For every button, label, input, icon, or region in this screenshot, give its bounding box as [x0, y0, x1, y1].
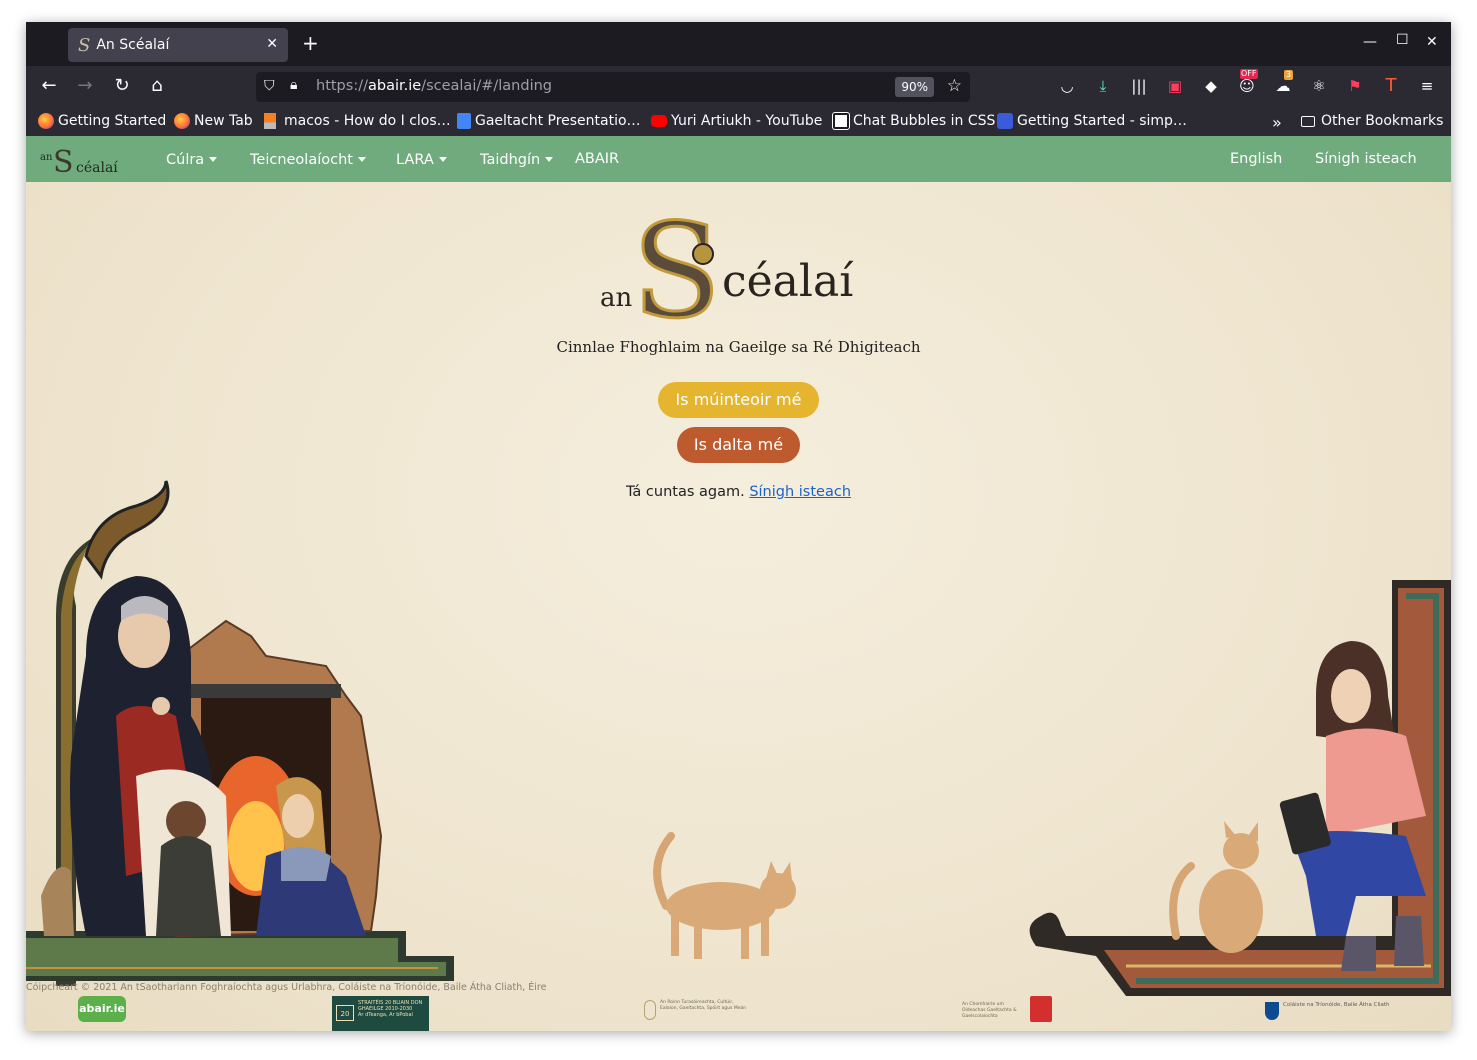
walking-cat [653, 832, 796, 959]
url-text[interactable]: https://abair.ie/scealai/#/landing [316, 78, 552, 94]
nav-teicneolaiocht[interactable]: Teicneolaíocht [250, 152, 366, 168]
google-slides-icon [457, 113, 471, 129]
tab-title: An Scéalaí [96, 37, 170, 53]
extension-red-icon[interactable]: ▣ [1164, 75, 1186, 97]
bookmark-item[interactable]: Getting Started - simp… [997, 113, 1187, 129]
logo-prefix: an [40, 152, 53, 163]
extension-off-icon[interactable]: ☺ OFF [1236, 69, 1258, 97]
react-devtools-icon[interactable]: ⚛ [1308, 75, 1330, 97]
youtube-icon [651, 115, 667, 127]
site-navbar: an S céalaí Cúlra Teicneolaíocht LARA Ta… [26, 136, 1451, 182]
extension-badge-icon[interactable]: ☁ 3 [1272, 70, 1294, 97]
teacher-button[interactable]: Is múinteoir mé [658, 382, 819, 418]
harp-icon [644, 1000, 656, 1020]
language-toggle[interactable]: English [1230, 151, 1282, 167]
more-bookmarks-icon[interactable]: » [1272, 113, 1282, 132]
sitting-cat [1169, 821, 1263, 953]
nav-sign-in[interactable]: Sínigh isteach [1315, 151, 1417, 167]
bookmark-star-icon[interactable]: ☆ [947, 76, 962, 96]
brand-prefix: an [600, 283, 633, 313]
reload-icon[interactable]: ↻ [111, 76, 133, 96]
nav-lara[interactable]: LARA [396, 152, 447, 168]
window-close-icon[interactable]: ✕ [1426, 34, 1438, 50]
caret-down-icon [209, 157, 218, 162]
caret-down-icon [438, 157, 447, 162]
other-bookmarks[interactable]: Other Bookmarks [1301, 113, 1443, 129]
bookmark-item[interactable]: Getting Started [38, 113, 166, 129]
bookmark-item[interactable]: Yuri Artiukh - YouTube [651, 113, 822, 129]
logo-rest: céalaí [76, 160, 118, 176]
comhairle-mark-icon [1030, 996, 1052, 1022]
nav-taidhgin[interactable]: Taidhgín [480, 152, 554, 168]
shield-icon[interactable]: ⛉ [264, 78, 275, 94]
url-bar[interactable]: ⛉ 🔒︎ https://abair.ie/scealai/#/landing … [256, 72, 970, 102]
tab-active[interactable]: S An Scéalaí ✕ [68, 28, 288, 62]
browser-window: S An Scéalaí ✕ + — ☐ ✕ ← → ↻ ⌂ ⛉ 🔒︎ http… [26, 22, 1451, 1031]
page-content: an S céalaí Cúlra Teicneolaíocht LARA Ta… [26, 136, 1451, 1031]
back-icon[interactable]: ← [38, 76, 60, 96]
download-icon[interactable]: ⤓ [1092, 75, 1114, 97]
codepen-icon [832, 112, 850, 130]
student-button[interactable]: Is dalta mé [677, 427, 800, 463]
bookmark-item[interactable]: Chat Bubbles in CSS [832, 112, 995, 130]
account-sign-in-link[interactable]: Sínigh isteach [749, 484, 851, 500]
new-tab-icon[interactable]: + [302, 33, 319, 53]
extension-dark-icon[interactable]: ◆ [1200, 75, 1222, 97]
zoom-level[interactable]: 90% [895, 77, 934, 97]
logo-initial: S [53, 145, 74, 178]
folder-icon [1301, 115, 1315, 127]
tcd-crest-icon [1265, 1002, 1279, 1020]
comhairle-logo: An Chomhairle um Oideachas Gaeltachta & … [962, 996, 1052, 1028]
nav-culra[interactable]: Cúlra [166, 152, 218, 168]
firefox-icon [38, 113, 54, 129]
library-icon[interactable]: ||| [1128, 75, 1150, 97]
brand-rest: céalaí [722, 256, 854, 307]
strategy-20-icon: 20 [336, 1005, 354, 1021]
account-text: Tá cuntas agam. [625, 484, 745, 500]
forward-icon[interactable]: → [74, 76, 96, 96]
tcd-logo: Coláiste na Tríonóide, Baile Átha Cliath [1265, 1002, 1395, 1026]
caret-down-icon [357, 157, 366, 162]
strategy-logo: 20 STRAITÉIS 20 BLIAIN DON GHAEILGE 2010… [332, 996, 429, 1031]
brand-knot-icon [692, 243, 714, 265]
bookmarks-toolbar: Getting Started New Tab macos - How do I… [26, 108, 1451, 136]
stackoverflow-icon [264, 113, 276, 129]
scealai-logo[interactable]: an S céalaí [40, 140, 130, 178]
scealai-favicon-icon: S [78, 34, 91, 56]
nav-abair[interactable]: ABAIR [575, 151, 619, 167]
extension-t-icon[interactable]: T [1380, 75, 1402, 97]
department-logo: An Roinn Turasóireachta, Cultúir, Ealaío… [644, 1000, 752, 1026]
menu-icon[interactable]: ≡ [1416, 75, 1438, 97]
home-icon[interactable]: ⌂ [146, 76, 168, 96]
scealai-brand-logo: an S céalaí [600, 196, 854, 326]
tagline: Cinnlae Fhoghlaim na Gaeilge sa Ré Dhigi… [556, 338, 921, 356]
maximize-icon[interactable]: ☐ [1396, 32, 1409, 48]
firefox-icon [174, 113, 190, 129]
left-cat [41, 866, 74, 936]
bookmark-item[interactable]: New Tab [174, 113, 253, 129]
navigation-toolbar: ← → ↻ ⌂ ⛉ 🔒︎ https://abair.ie/scealai/#/… [26, 66, 1451, 108]
close-tab-icon[interactable]: ✕ [266, 36, 278, 52]
pocket-icon[interactable]: ◡ [1056, 75, 1078, 97]
copyright-text: Cóipcheart © 2021 An tSaotharlann Foghra… [26, 982, 547, 993]
caret-down-icon [545, 157, 554, 162]
bookmark-item[interactable]: Gaeltacht Presentatio… [457, 113, 641, 129]
lock-icon[interactable]: 🔒︎ [290, 77, 297, 93]
bookmark-item[interactable]: macos - How do I clos… [264, 113, 451, 129]
simple-icon [997, 113, 1013, 129]
minimize-icon[interactable]: — [1363, 34, 1377, 50]
account-row: Tá cuntas agam. Sínigh isteach [26, 484, 1451, 500]
extension-flag-icon[interactable]: ⚑ [1344, 75, 1366, 97]
tab-strip: S An Scéalaí ✕ + — ☐ ✕ [26, 22, 1451, 66]
abair-logo[interactable]: abair.ie [78, 996, 126, 1022]
